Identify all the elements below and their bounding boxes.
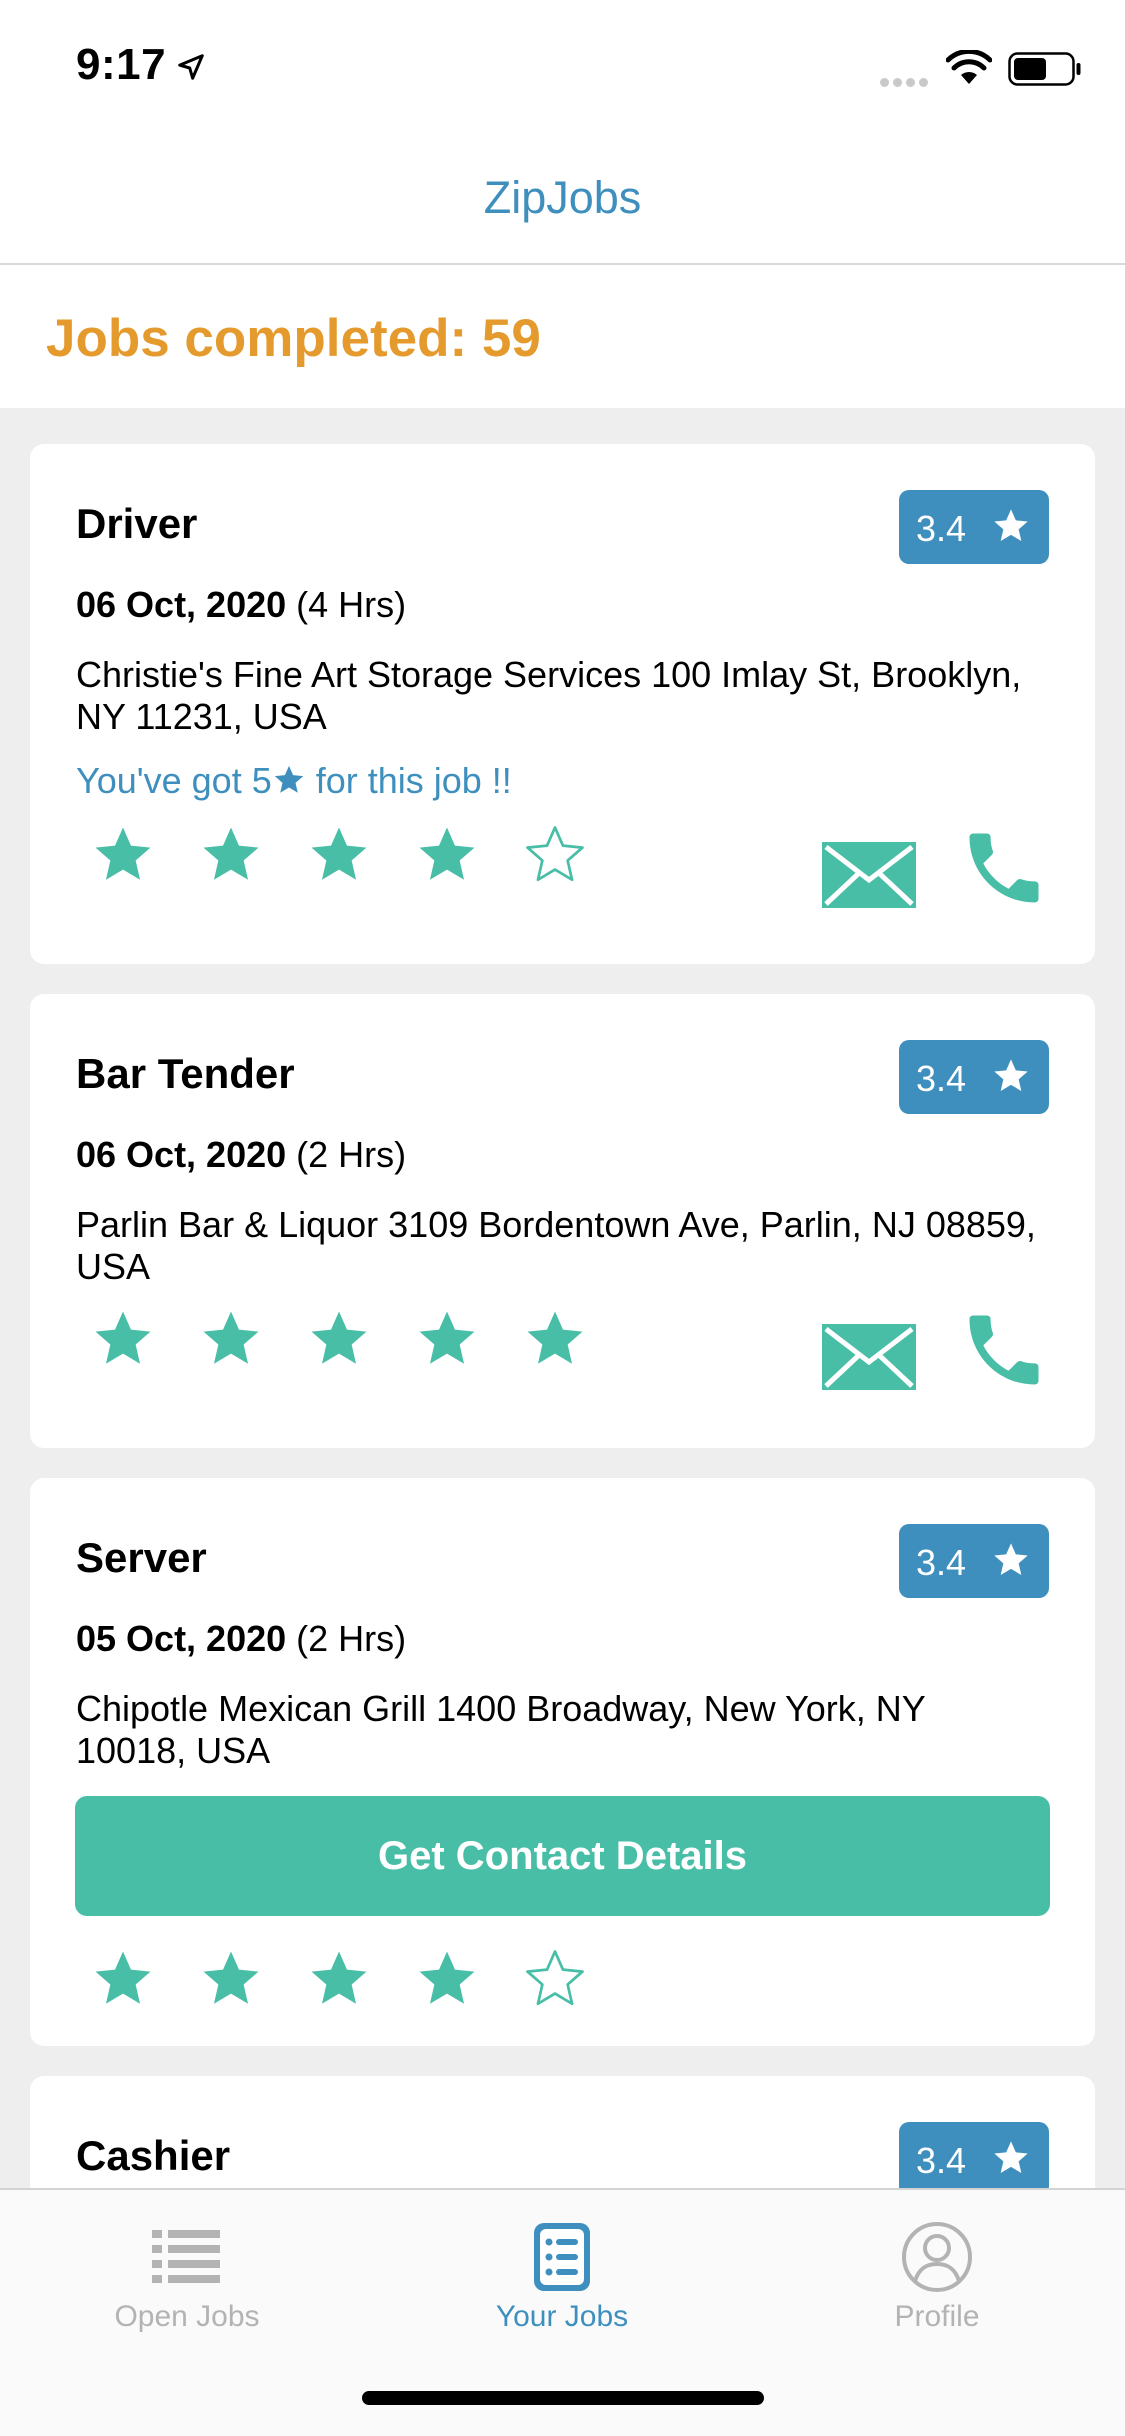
job-card[interactable]: Bar Tender 3.4 06 Oct, 2020 (2 Hrs) Parl… — [30, 994, 1095, 1448]
get-contact-details-button[interactable]: Get Contact Details — [75, 1796, 1050, 1916]
star-filled-icon — [203, 1951, 259, 2004]
rating-message-prefix: You've got 5 — [76, 760, 272, 801]
rating-message-suffix: for this job !! — [305, 760, 512, 801]
star-filled-icon — [95, 1951, 151, 2004]
rating-badge: 3.4 — [899, 490, 1049, 564]
job-date: 06 Oct, 2020 — [76, 1134, 287, 1175]
rating-value: 3.4 — [916, 2140, 967, 2181]
star-filled-icon — [203, 1311, 259, 1364]
job-address: Parlin Bar & Liquor 3109 Bordentown Ave,… — [76, 1204, 1036, 1287]
job-duration: (2 Hrs) — [296, 1618, 407, 1659]
phone-icon[interactable] — [958, 822, 1050, 914]
star-filled-icon — [311, 1311, 367, 1364]
cell-signal-icon — [880, 74, 934, 87]
home-indicator — [362, 2391, 764, 2405]
job-date-line: 06 Oct, 2020 (2 Hrs) — [76, 1134, 406, 1176]
job-duration: (2 Hrs) — [296, 1134, 407, 1175]
star-icon — [994, 1059, 1028, 1091]
rating-value: 3.4 — [916, 508, 967, 549]
rating-badge: 3.4 — [899, 2122, 1049, 2188]
star-filled-icon — [95, 1311, 151, 1364]
mail-icon[interactable] — [822, 842, 916, 908]
star-filled-icon — [203, 827, 259, 880]
jobs-list-icon — [534, 2223, 590, 2291]
list-icon — [152, 2230, 220, 2283]
jobs-summary-header: Jobs completed: 59 — [0, 266, 1125, 408]
rating-value: 3.4 — [916, 1542, 967, 1583]
star-icon — [994, 2141, 1028, 2173]
tab-profile[interactable]: Profile — [807, 2220, 1067, 2334]
star-icon — [994, 509, 1028, 541]
job-title: Server — [76, 1534, 207, 1581]
tab-label: Open Jobs — [114, 2300, 260, 2333]
tab-open-jobs[interactable]: Open Jobs — [57, 2220, 317, 2334]
status-time: 9:17 — [76, 40, 167, 89]
job-date: 05 Oct, 2020 — [76, 1618, 287, 1659]
mail-icon[interactable] — [822, 1324, 916, 1390]
job-list[interactable]: Driver 3.4 06 Oct, 2020 (4 Hrs) Christie… — [0, 408, 1125, 2188]
star-filled-icon — [311, 827, 367, 880]
tab-your-jobs[interactable]: Your Jobs — [432, 2220, 692, 2334]
navigation-bar: ZipJobs — [0, 132, 1125, 265]
star-outline-icon — [526, 826, 584, 882]
rating-badge: 3.4 — [899, 1524, 1049, 1598]
app-title: ZipJobs — [483, 172, 642, 223]
job-title: Driver — [76, 500, 198, 547]
tab-label: Profile — [894, 2300, 980, 2333]
wifi-icon — [946, 50, 992, 84]
profile-icon — [902, 2222, 972, 2292]
star-icon — [994, 1543, 1028, 1575]
battery-icon — [1008, 52, 1081, 86]
rating-message: You've got 5 for this job !! — [76, 760, 512, 802]
status-bar: 9:17 — [0, 0, 1125, 132]
jobs-completed-count: Jobs completed: 59 — [46, 309, 541, 368]
job-address: Christie's Fine Art Storage Services 100… — [76, 654, 1022, 737]
job-duration: (4 Hrs) — [296, 584, 407, 625]
star-filled-icon — [419, 1311, 475, 1364]
job-card[interactable]: Cashier 3.4 — [30, 2076, 1095, 2188]
star-icon — [274, 765, 303, 793]
star-outline-icon — [526, 1950, 584, 2006]
job-date: 06 Oct, 2020 — [76, 584, 287, 625]
job-address: Chipotle Mexican Grill 1400 Broadway, Ne… — [76, 1688, 926, 1771]
job-card[interactable]: Server 3.4 05 Oct, 2020 (2 Hrs) Chipotle… — [30, 1478, 1095, 2046]
job-date-line: 05 Oct, 2020 (2 Hrs) — [76, 1618, 406, 1660]
job-title: Cashier — [76, 2132, 231, 2179]
star-filled-icon — [419, 827, 475, 880]
location-arrow-icon — [178, 54, 204, 80]
star-filled-icon — [527, 1311, 583, 1364]
job-date-line: 06 Oct, 2020 (4 Hrs) — [76, 584, 406, 626]
job-card[interactable]: Driver 3.4 06 Oct, 2020 (4 Hrs) Christie… — [30, 444, 1095, 964]
star-filled-icon — [419, 1951, 475, 2004]
star-filled-icon — [95, 827, 151, 880]
job-title: Bar Tender — [76, 1050, 295, 1097]
star-filled-icon — [311, 1951, 367, 2004]
rating-badge: 3.4 — [899, 1040, 1049, 1114]
rating-value: 3.4 — [916, 1058, 967, 1099]
phone-icon[interactable] — [958, 1304, 1050, 1396]
tab-label: Your Jobs — [495, 2300, 629, 2333]
